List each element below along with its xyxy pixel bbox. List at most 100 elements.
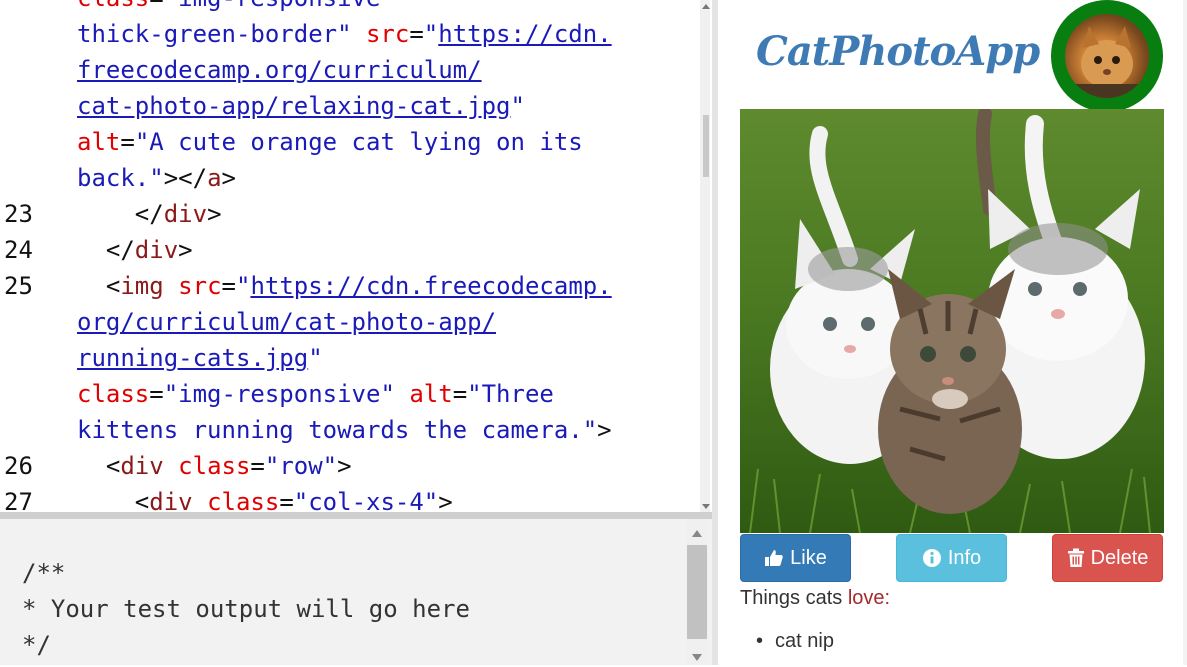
test-output-text: /** * Your test output will go here */ [22,559,470,659]
code-token: src [178,272,222,300]
line-number [0,0,77,16]
code-token: running-cats.jpg [77,344,309,372]
output-scroll-thumb[interactable] [687,545,707,639]
code-token: = [149,0,163,12]
test-output-panel: /** * Your test output will go here */ [0,519,712,665]
line-number: 26 [4,452,33,480]
code-line[interactable]: 26 <div class="row"> [0,448,700,484]
thumbs-up-icon [765,550,783,566]
preview-scrollbar[interactable] [1183,0,1187,665]
info-button[interactable]: Info [896,534,1007,582]
code-editor[interactable]: class="img-responsivethick-green-border"… [0,0,710,513]
editor-scroll-thumb[interactable] [703,115,709,177]
code-lines[interactable]: class="img-responsivethick-green-border"… [0,0,700,513]
scroll-up-arrow-icon[interactable] [686,523,708,543]
running-kittens-photo [740,109,1164,533]
code-token: cat-photo-app/relaxing-cat.jpg [77,92,511,120]
code-token: div [134,236,179,264]
code-text: kittens running towards the camera."> [77,412,700,448]
line-number [0,88,77,124]
app-title: CatPhotoApp [756,28,1040,75]
scroll-down-arrow-icon[interactable] [702,504,710,509]
line-number [0,340,77,376]
code-token: = [149,380,164,408]
scroll-up-arrow-icon[interactable] [702,4,710,9]
like-button[interactable]: Like [740,534,851,582]
code-line[interactable]: freecodecamp.org/curriculum/ [0,52,700,88]
code-token: alt [409,380,453,408]
delete-button[interactable]: Delete [1052,534,1163,582]
code-text: <div class="row"> [77,448,700,484]
code-token: a [207,164,222,192]
code-token: </ [77,236,135,264]
code-token: class [178,452,251,480]
code-token: alt [77,128,121,156]
code-text: class="img-responsive" alt="Three [77,376,700,412]
code-line[interactable]: 27 <div class="col-xs-4"> [0,484,700,513]
code-token: > [337,452,352,480]
code-token: > [597,416,612,444]
code-line[interactable]: 23 </div> [0,196,700,232]
code-token: kittens running towards the camera." [77,416,598,444]
things-prefix: Things cats [740,587,848,609]
profile-image[interactable] [1051,0,1163,112]
code-text: thick-green-border" src="https://cdn. [77,16,700,52]
code-line[interactable]: class="img-responsive" alt="Three [0,376,700,412]
cat-face-image [1065,14,1149,98]
things-cats-love-text: Things cats love: [740,587,890,610]
code-token: class [77,380,150,408]
code-token: = [452,380,468,408]
code-line[interactable]: kittens running towards the camera."> [0,412,700,448]
editor-output-splitter[interactable] [0,512,712,519]
code-text: alt="A cute orange cat lying on its [77,124,700,160]
code-token: " [423,20,439,48]
code-line[interactable]: org/curriculum/cat-photo-app/ [0,304,700,340]
line-number: 27 [4,488,33,513]
code-token: > [207,200,222,228]
code-token: src [365,20,410,48]
line-number [0,52,77,88]
code-line[interactable]: 25 <img src="https://cdn.freecodecamp. [0,268,700,304]
code-line[interactable]: cat-photo-app/relaxing-cat.jpg" [0,88,700,124]
code-token: img [120,272,164,300]
output-scrollbar[interactable] [686,519,708,665]
editor-scrollbar[interactable] [700,0,710,513]
code-token: > [221,164,236,192]
scroll-down-arrow-icon[interactable] [686,647,708,667]
code-text: </div> [77,232,700,268]
code-line[interactable]: running-cats.jpg" [0,340,700,376]
code-token: < [77,452,121,480]
code-token: " [235,272,251,300]
code-token: < [77,488,150,513]
code-token: "A cute orange cat lying on its [134,128,583,156]
code-text: </div> [77,196,700,232]
code-token: "img-responsive" [163,380,410,408]
list-item: cat nip [775,630,834,653]
code-line[interactable]: thick-green-border" src="https://cdn. [0,16,700,52]
code-token: https://cdn. [438,20,612,48]
code-token: div [149,488,193,513]
code-token: = [120,128,135,156]
code-line[interactable]: back."></a> [0,160,700,196]
code-token: thick-green-border" [77,20,366,48]
code-line[interactable]: class="img-responsive [0,0,700,16]
love-word: love: [847,587,891,609]
code-text: org/curriculum/cat-photo-app/ [77,304,700,340]
line-number: 25 [4,272,33,300]
code-text: <div class="col-xs-4"> [77,484,700,513]
code-token: = [221,272,236,300]
code-token: "Three [467,380,554,408]
code-text: class="img-responsive [77,0,700,16]
line-number [0,124,77,160]
line-number: 24 [4,236,33,264]
code-token: "img-responsive [164,0,381,12]
code-token: org/curriculum/cat-photo-app/ [77,308,497,336]
code-line[interactable]: 24 </div> [0,232,700,268]
like-button-label: Like [790,546,827,569]
code-line[interactable]: alt="A cute orange cat lying on its [0,124,700,160]
trash-icon [1067,548,1084,567]
code-text: cat-photo-app/relaxing-cat.jpg" [77,88,700,124]
code-text: running-cats.jpg" [77,340,700,376]
